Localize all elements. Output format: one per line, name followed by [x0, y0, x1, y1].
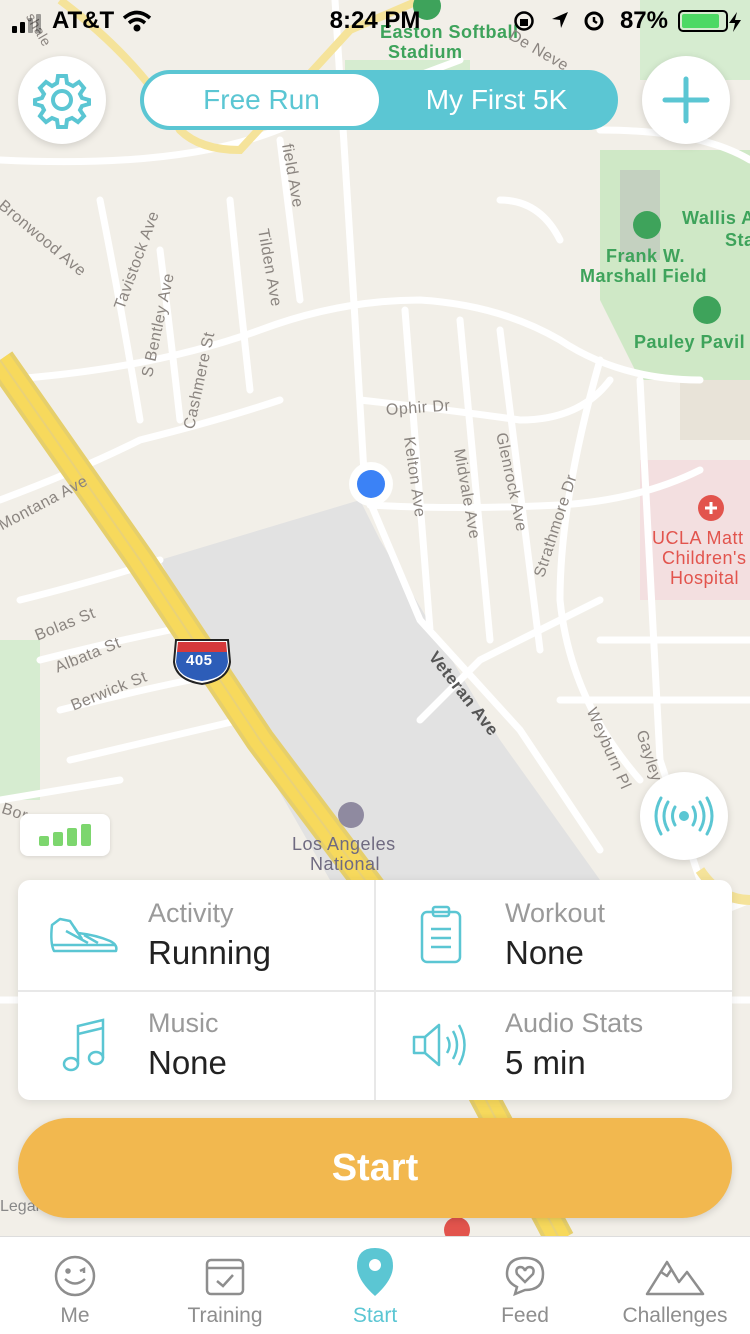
map-label: Pauley Pavil — [634, 332, 746, 352]
music-setting[interactable]: Music None — [18, 990, 375, 1100]
map-label: Frank W. — [606, 246, 686, 266]
divider — [18, 990, 732, 992]
audio-stats-value: 5 min — [505, 1044, 586, 1081]
map-label: Wallis A — [682, 208, 750, 228]
map-label: Children's — [662, 548, 747, 568]
plus-icon — [662, 76, 710, 124]
tab-label: Feed — [501, 1304, 549, 1327]
tab-challenges[interactable]: Challenges — [600, 1237, 750, 1334]
calendar-check-icon — [205, 1258, 245, 1296]
mountain-icon — [645, 1260, 705, 1296]
chat-heart-icon — [505, 1256, 545, 1297]
tab-label: Me — [60, 1304, 90, 1327]
audio-stats-label: Audio Stats — [505, 1008, 644, 1038]
music-note-icon — [46, 1012, 122, 1078]
plan-tab[interactable]: My First 5K — [379, 74, 614, 126]
tab-label: Training — [187, 1304, 263, 1327]
alarm-icon — [584, 11, 604, 31]
battery-icon — [678, 10, 728, 32]
charging-bolt-icon — [729, 12, 741, 32]
map-label: National — [310, 854, 381, 874]
gps-signal-indicator[interactable] — [20, 814, 110, 856]
gps-signal-bar-icon — [67, 828, 77, 846]
map-label: Stadium — [388, 42, 463, 62]
music-value: None — [148, 1044, 227, 1081]
broadcast-icon — [654, 796, 714, 836]
gps-signal-bar-icon — [39, 836, 49, 846]
tab-label: Start — [352, 1304, 398, 1327]
orientation-lock-icon — [514, 11, 534, 31]
tab-me[interactable]: Me — [0, 1237, 150, 1334]
run-settings-card: Activity Running Workout None Music None… — [18, 880, 732, 1100]
free-run-tab[interactable]: Free Run — [144, 74, 379, 126]
tab-label: Challenges — [622, 1304, 728, 1327]
music-label: Music — [148, 1008, 219, 1038]
clipboard-icon — [403, 902, 479, 968]
start-button[interactable]: Start — [18, 1118, 732, 1218]
gps-signal-bar-icon — [81, 824, 91, 846]
smiley-icon — [54, 1255, 96, 1297]
activity-label: Activity — [148, 898, 234, 928]
workout-label: Workout — [505, 898, 606, 928]
audio-stats-setting[interactable]: Audio Stats 5 min — [375, 990, 732, 1100]
location-pin-icon — [357, 1248, 393, 1296]
tab-feed[interactable]: Feed — [450, 1237, 600, 1334]
map-label: Sta — [725, 230, 750, 250]
live-tracking-button[interactable] — [640, 772, 728, 860]
location-arrow-icon — [552, 12, 568, 28]
gear-icon — [33, 74, 91, 129]
workout-setting[interactable]: Workout None — [375, 880, 732, 990]
activity-value: Running — [148, 934, 271, 971]
gps-signal-bar-icon — [53, 832, 63, 846]
workout-value: None — [505, 934, 584, 971]
map-label: Los Angeles — [292, 834, 396, 854]
tab-start[interactable]: Start — [300, 1237, 450, 1334]
map-label: UCLA Matt — [652, 528, 744, 548]
add-button[interactable] — [642, 56, 730, 144]
map-label: 405 — [186, 652, 213, 669]
running-shoe-icon — [46, 902, 122, 968]
run-mode-toggle: Free Run My First 5K — [140, 70, 618, 130]
battery-percent: 87% — [619, 7, 668, 34]
activity-setting[interactable]: Activity Running — [18, 880, 375, 990]
map-label: Marshall Field — [580, 266, 708, 286]
status-bar: AT&T 8:24 PM 87% — [0, 0, 750, 40]
tab-training[interactable]: Training — [150, 1237, 300, 1334]
tab-bar: Me Training Start Feed Challenges — [0, 1236, 750, 1334]
speaker-icon — [403, 1012, 479, 1078]
map-label: Hospital — [670, 568, 740, 588]
settings-button[interactable] — [18, 56, 106, 144]
